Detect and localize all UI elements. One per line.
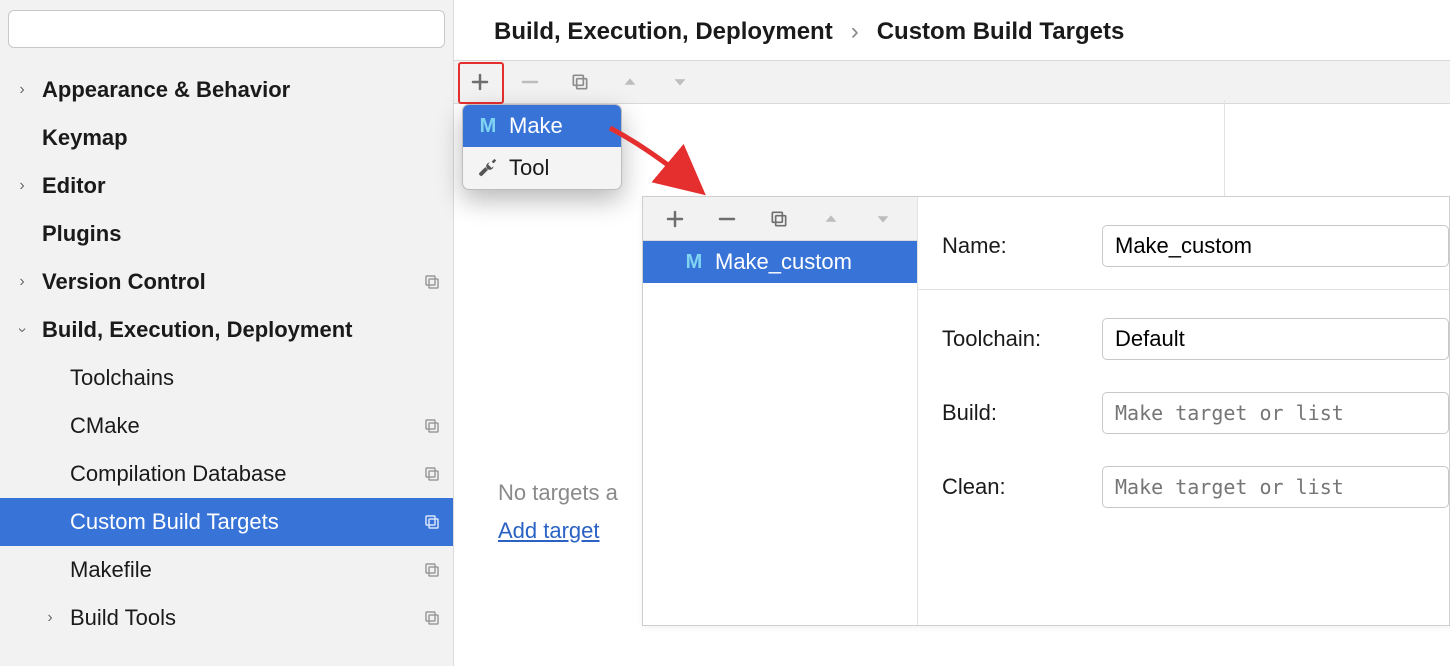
- target-config-panel: M Make_custom Name: Toolchain: Build: Cl…: [642, 196, 1450, 626]
- chevron-down-icon: ›: [13, 320, 31, 340]
- toolchain-label: Toolchain:: [942, 326, 1102, 352]
- target-form: Name: Toolchain: Build: Clean:: [918, 197, 1449, 625]
- sidebar-item-keymap[interactable]: › Keymap: [0, 114, 453, 162]
- sidebar-item-label: Appearance & Behavior: [32, 77, 441, 103]
- sidebar-item-makefile[interactable]: › Makefile: [0, 546, 453, 594]
- sidebar-item-label: Custom Build Targets: [32, 509, 423, 535]
- build-label: Build:: [942, 400, 1102, 426]
- target-list-pane: M Make_custom: [643, 197, 918, 625]
- remove-button[interactable]: [711, 203, 743, 235]
- build-input[interactable]: [1102, 392, 1449, 434]
- breadcrumb-part[interactable]: Custom Build Targets: [877, 18, 1125, 46]
- popup-item-tool[interactable]: Tool: [463, 147, 621, 189]
- move-up-button[interactable]: [815, 203, 847, 235]
- name-input[interactable]: [1102, 225, 1449, 267]
- sidebar-item-editor[interactable]: › Editor: [0, 162, 453, 210]
- copy-icon: [423, 609, 441, 627]
- target-list-item[interactable]: M Make_custom: [643, 241, 917, 283]
- sidebar-item-label: Build, Execution, Deployment: [32, 317, 441, 343]
- add-target-popup: M Make Tool: [462, 104, 622, 190]
- sidebar-item-label: CMake: [32, 413, 423, 439]
- make-icon: M: [683, 251, 705, 273]
- clean-input[interactable]: [1102, 466, 1449, 508]
- chevron-right-icon: ›: [40, 609, 60, 627]
- sidebar-item-label: Makefile: [32, 557, 423, 583]
- settings-sidebar: › Appearance & Behavior › Keymap › Edito…: [0, 0, 454, 666]
- target-list-toolbar: [643, 197, 917, 241]
- add-button[interactable]: [659, 203, 691, 235]
- form-row-clean: Clean:: [942, 466, 1449, 508]
- breadcrumb: Build, Execution, Deployment › Custom Bu…: [454, 0, 1450, 60]
- move-down-button[interactable]: [867, 203, 899, 235]
- form-row-toolchain: Toolchain:: [942, 318, 1449, 360]
- breadcrumb-part[interactable]: Build, Execution, Deployment: [494, 18, 833, 46]
- copy-icon: [423, 417, 441, 435]
- popup-item-label: Tool: [509, 155, 549, 181]
- targets-toolbar: [454, 60, 1450, 104]
- chevron-right-icon: ›: [12, 177, 32, 195]
- copy-icon: [423, 465, 441, 483]
- form-row-build: Build:: [942, 392, 1449, 434]
- add-button[interactable]: [464, 66, 496, 98]
- copy-button[interactable]: [564, 66, 596, 98]
- sidebar-item-label: Editor: [32, 173, 441, 199]
- sidebar-item-appearance[interactable]: › Appearance & Behavior: [0, 66, 453, 114]
- search-input[interactable]: [8, 10, 445, 48]
- copy-icon: [423, 273, 441, 291]
- copy-icon: [423, 513, 441, 531]
- sidebar-item-plugins[interactable]: › Plugins: [0, 210, 453, 258]
- clean-label: Clean:: [942, 474, 1102, 500]
- search-wrap: [0, 0, 453, 56]
- settings-tree: › Appearance & Behavior › Keymap › Edito…: [0, 56, 453, 642]
- target-list-item-label: Make_custom: [715, 249, 852, 275]
- sidebar-item-label: Compilation Database: [32, 461, 423, 487]
- sidebar-item-build-execution-deployment[interactable]: › Build, Execution, Deployment: [0, 306, 453, 354]
- make-icon: M: [477, 115, 499, 137]
- empty-state-text: No targets a: [498, 480, 658, 506]
- copy-button[interactable]: [763, 203, 795, 235]
- popup-item-label: Make: [509, 113, 563, 139]
- popup-item-make[interactable]: M Make: [463, 105, 621, 147]
- sidebar-item-compilation-database[interactable]: › Compilation Database: [0, 450, 453, 498]
- form-row-name: Name:: [942, 225, 1449, 267]
- move-up-button[interactable]: [614, 66, 646, 98]
- sidebar-item-label: Toolchains: [32, 365, 441, 391]
- sidebar-item-custom-build-targets[interactable]: › Custom Build Targets: [0, 498, 453, 546]
- chevron-right-icon: ›: [12, 81, 32, 99]
- divider: [918, 289, 1449, 290]
- sidebar-item-toolchains[interactable]: › Toolchains: [0, 354, 453, 402]
- sidebar-item-label: Version Control: [32, 269, 423, 295]
- copy-icon: [423, 561, 441, 579]
- move-down-button[interactable]: [664, 66, 696, 98]
- add-target-link[interactable]: Add target: [498, 518, 600, 544]
- tool-icon: [477, 157, 499, 179]
- sidebar-item-label: Build Tools: [60, 605, 423, 631]
- sidebar-item-cmake[interactable]: › CMake: [0, 402, 453, 450]
- toolchain-select[interactable]: [1102, 318, 1449, 360]
- sidebar-item-build-tools[interactable]: › Build Tools: [0, 594, 453, 642]
- chevron-right-icon: ›: [851, 18, 859, 46]
- sidebar-item-label: Plugins: [32, 221, 441, 247]
- target-list[interactable]: M Make_custom: [643, 241, 917, 625]
- name-label: Name:: [942, 233, 1102, 259]
- remove-button[interactable]: [514, 66, 546, 98]
- sidebar-item-version-control[interactable]: › Version Control: [0, 258, 453, 306]
- chevron-right-icon: ›: [12, 273, 32, 291]
- sidebar-item-label: Keymap: [32, 125, 441, 151]
- empty-state: No targets a Add target: [498, 480, 658, 544]
